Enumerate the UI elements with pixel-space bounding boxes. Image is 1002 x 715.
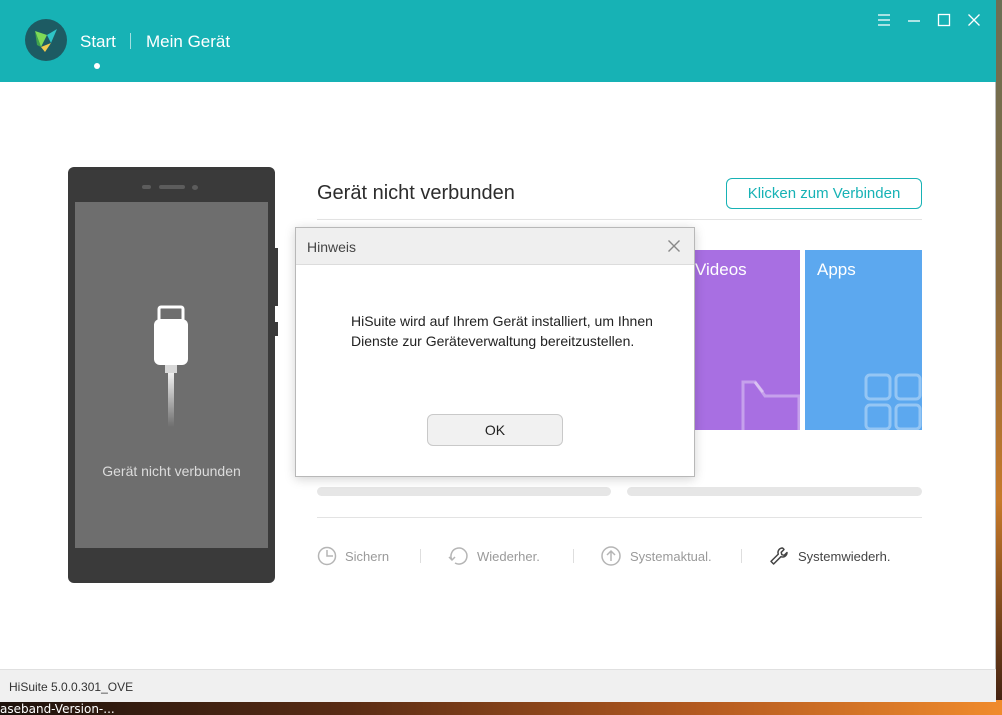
action-separator xyxy=(741,549,742,563)
status-bar: HiSuite 5.0.0.301_OVE xyxy=(0,669,996,702)
ok-button[interactable]: OK xyxy=(427,414,563,446)
desktop-taskbar-strip xyxy=(0,700,1002,715)
apps-grid-icon xyxy=(864,373,922,430)
dialog-header: Hinweis xyxy=(296,228,694,265)
minimize-icon[interactable] xyxy=(904,10,924,30)
restore-action[interactable]: Wiederher. xyxy=(447,545,540,567)
maximize-icon[interactable] xyxy=(934,10,954,30)
phone-sensor xyxy=(142,185,151,189)
system-update-action[interactable]: Systemaktual. xyxy=(600,545,712,567)
actions-divider xyxy=(317,517,922,518)
restore-icon xyxy=(448,547,468,565)
hisuite-logo-icon xyxy=(25,19,67,61)
phone-speaker xyxy=(159,185,185,189)
dialog-title: Hinweis xyxy=(307,239,357,255)
apps-tile-label: Apps xyxy=(817,260,856,279)
phone-status-label: Gerät nicht verbunden xyxy=(102,463,241,479)
notice-dialog: Hinweis HiSuite wird auf Ihrem Gerät ins… xyxy=(295,227,695,477)
menu-icon[interactable] xyxy=(874,10,894,30)
header-divider xyxy=(317,219,922,220)
phone-side-button-small xyxy=(275,322,278,336)
nav-separator xyxy=(130,33,131,49)
video-icon xyxy=(741,380,800,430)
nav-my-device-tab[interactable]: Mein Gerät xyxy=(146,32,230,52)
storage-bar-left xyxy=(317,487,611,496)
phone-illustration: Gerät nicht verbunden xyxy=(68,167,275,583)
usb-cable-icon xyxy=(154,305,188,427)
titlebar: Start Mein Gerät xyxy=(0,0,996,82)
system-recovery-label: Systemwiederh. xyxy=(798,548,891,564)
hisuite-window: Start Mein Gerät Gerät nicht verbunden G… xyxy=(0,0,996,702)
dialog-close-icon[interactable] xyxy=(665,237,683,255)
system-recovery-action[interactable]: Systemwiederh. xyxy=(768,545,890,567)
system-update-icon xyxy=(601,546,621,566)
backup-action[interactable]: Sichern xyxy=(317,545,389,567)
nav-start-tab[interactable]: Start xyxy=(80,32,116,52)
close-icon[interactable] xyxy=(964,10,984,30)
action-separator xyxy=(420,549,421,563)
wrench-icon xyxy=(770,547,788,565)
phone-camera xyxy=(192,185,198,190)
backup-label: Sichern xyxy=(345,548,390,564)
videos-tile-label: Videos xyxy=(695,260,747,279)
version-label: HiSuite 5.0.0.301_OVE xyxy=(9,680,134,694)
active-tab-indicator xyxy=(94,63,100,69)
storage-bar-right xyxy=(627,487,922,496)
apps-tile[interactable]: Apps xyxy=(805,250,922,430)
connect-button[interactable]: Klicken zum Verbinden xyxy=(726,178,922,209)
videos-tile[interactable]: Videos xyxy=(683,250,800,430)
restore-label: Wiederher. xyxy=(477,548,540,564)
phone-screen: Gerät nicht verbunden xyxy=(75,202,268,548)
dialog-message: HiSuite wird auf Ihrem Gerät installiert… xyxy=(351,313,653,349)
connection-status-title: Gerät nicht verbunden xyxy=(317,182,515,204)
backup-icon xyxy=(317,546,337,566)
action-separator xyxy=(573,549,574,563)
phone-side-button xyxy=(275,248,278,306)
system-update-label: Systemaktual. xyxy=(630,548,712,564)
desktop-bottom-text: aseband-Version-... xyxy=(0,702,115,715)
